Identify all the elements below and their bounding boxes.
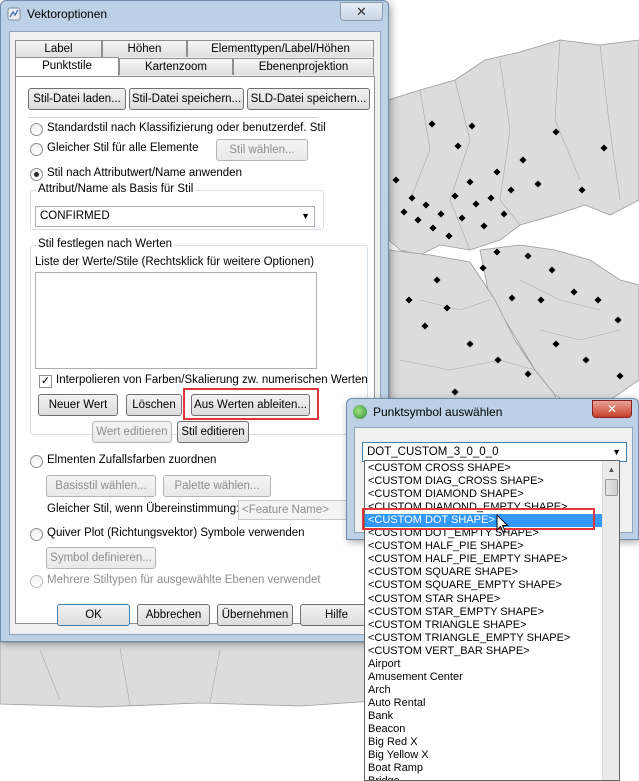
values-list-label: Liste der Werte/Stile (Rechtsklick für w… [35,256,315,268]
define-symbol-button[interactable]: Symbol definieren... [46,547,156,569]
delete-button[interactable]: Löschen [126,394,182,416]
symbol-option-big-yellow-x[interactable]: Big Yellow X [368,749,429,762]
edit-value-button[interactable]: Wert editieren [92,421,172,443]
tab-kartenzoom[interactable]: Kartenzoom [119,58,233,75]
symbol-option-big-red-x[interactable]: Big Red X [368,736,418,749]
scroll-up-icon[interactable]: ▲ [604,462,619,477]
random-colors-radio[interactable] [30,455,43,468]
highlight-derive-box [183,388,319,420]
multi-types-radio[interactable] [30,575,43,588]
symbol-option-auto-rental[interactable]: Auto Rental [368,697,425,710]
symbol-combo[interactable]: DOT_CUSTOM_3_0_0_0 ▼ [362,442,627,462]
symbol-option-star-empty[interactable]: <CUSTOM STAR_EMPTY SHAPE> [368,606,544,619]
chevron-down-icon: ▼ [301,211,310,221]
base-style-button[interactable]: Basisstil wählen... [46,475,156,497]
symbol-option-diamond[interactable]: <CUSTOM DIAMOND SHAPE> [368,488,524,501]
random-colors-label: Elmenten Zufallsfarben zuordnen [47,454,217,466]
tab-elementtypen[interactable]: Elementtypen/Label/Höhen [187,40,374,57]
punktstile-panel: Stil-Datei laden... Stil-Datei speichern… [15,76,375,624]
symbol-option-star[interactable]: <CUSTOM STAR SHAPE> [368,593,500,606]
apply-button[interactable]: Übernehmen [217,604,293,626]
ok-button[interactable]: OK [57,604,130,626]
symbol-option-triangle-empty[interactable]: <CUSTOM TRIANGLE_EMPTY SHAPE> [368,632,570,645]
by-attribute-label: Stil nach Attributwert/Name anwenden [47,167,242,179]
interpolate-checkbox[interactable]: ✓ [39,375,52,388]
interpolate-label: Interpolieren von Farben/Skalierung zw. … [56,374,368,386]
standard-style-radio[interactable] [30,123,43,136]
help-button[interactable]: Hilfe [300,604,373,626]
symbol-option-diag-cross[interactable]: <CUSTOM DIAG_CROSS SHAPE> [368,475,544,488]
cancel-button[interactable]: Abbrechen [137,604,210,626]
values-group-title: Stil festlegen nach Werten [36,238,175,250]
vektoroptionen-dialog: Vektoroptionen ✕ Label Höhen Elementtype… [0,0,389,642]
close-button[interactable]: ✕ [340,2,383,21]
dropdown-scrollbar[interactable]: ▲ [602,461,619,780]
load-style-button[interactable]: Stil-Datei laden... [28,88,126,110]
choose-style-button[interactable]: Stil wählen... [216,139,308,161]
values-listbox[interactable] [35,272,317,369]
attribute-group-title: Attribut/Name als Basis für Stil [36,183,196,195]
symbol-option-cross[interactable]: <CUSTOM CROSS SHAPE> [368,462,511,475]
toolbar-divider [28,117,318,118]
quiver-label: Quiver Plot (Richtungsvektor) Symbole ve… [47,527,305,539]
symbol-option-square[interactable]: <CUSTOM SQUARE SHAPE> [368,566,518,579]
standard-style-label: Standardstil nach Klassifizierung oder b… [47,122,326,134]
tab-ebenenprojektion[interactable]: Ebenenprojektion [233,58,374,75]
multi-types-label: Mehrere Stiltypen für ausgewählte Ebenen… [47,574,321,586]
popup-title: Punktsymbol auswählen [373,405,503,419]
symbol-option-triangle[interactable]: <CUSTOM TRIANGLE SHAPE> [368,619,527,632]
palette-button[interactable]: Palette wählen... [163,475,271,497]
symbol-option-vert-bar[interactable]: <CUSTOM VERT_BAR SHAPE> [368,645,530,658]
dialog-title: Vektoroptionen [27,7,108,21]
chevron-down-icon: ▼ [612,447,621,457]
save-style-button[interactable]: Stil-Datei speichern... [129,88,244,110]
highlight-dot-shape-box [362,508,595,530]
title-bar[interactable]: Vektoroptionen ✕ [1,1,388,27]
symbol-option-boat-ramp[interactable]: Boat Ramp [368,762,423,775]
symbol-option-beacon[interactable]: Beacon [368,723,405,736]
same-style-match-label: Gleicher Stil, wenn Übereinstimmung: [47,503,240,515]
map-region-south [0,641,390,708]
popup-title-bar[interactable]: Punktsymbol auswählen ✕ [347,399,638,425]
symbol-option-half-pie[interactable]: <CUSTOM HALF_PIE SHAPE> [368,540,524,553]
app-globe-icon [353,405,367,419]
symbol-option-half-pie-empty[interactable]: <CUSTOM HALF_PIE_EMPTY SHAPE> [368,553,568,566]
symbol-option-amusement-center[interactable]: Amusement Center [368,671,463,684]
symbol-option-arch[interactable]: Arch [368,684,391,697]
cursor-icon [496,514,509,533]
new-value-button[interactable]: Neuer Wert [38,394,118,416]
same-style-radio[interactable] [30,143,43,156]
attribute-select[interactable]: CONFIRMED ▼ [35,206,315,227]
scroll-thumb[interactable] [605,479,618,496]
edit-style-button[interactable]: Stil editieren [177,421,249,443]
same-style-label: Gleicher Stil für alle Elemente [47,142,199,154]
tab-hoehen[interactable]: Höhen [102,40,187,57]
symbol-option-square-empty[interactable]: <CUSTOM SQUARE_EMPTY SHAPE> [368,579,562,592]
symbol-option-bank[interactable]: Bank [368,710,393,723]
dialog-client-area: Label Höhen Elementtypen/Label/Höhen Pun… [9,31,381,635]
tab-punktstile[interactable]: Punktstile [15,57,119,76]
symbol-combo-value: DOT_CUSTOM_3_0_0_0 [367,446,499,458]
app-icon [7,7,21,21]
popup-close-button[interactable]: ✕ [592,400,632,418]
save-sld-button[interactable]: SLD-Datei speichern... [247,88,370,110]
attribute-select-value: CONFIRMED [40,210,110,222]
by-attribute-radio[interactable] [30,168,43,181]
tab-label[interactable]: Label [15,40,102,57]
symbol-option-bridge[interactable]: Bridge [368,775,400,780]
symbol-option-airport[interactable]: Airport [368,658,400,671]
quiver-radio[interactable] [30,528,43,541]
